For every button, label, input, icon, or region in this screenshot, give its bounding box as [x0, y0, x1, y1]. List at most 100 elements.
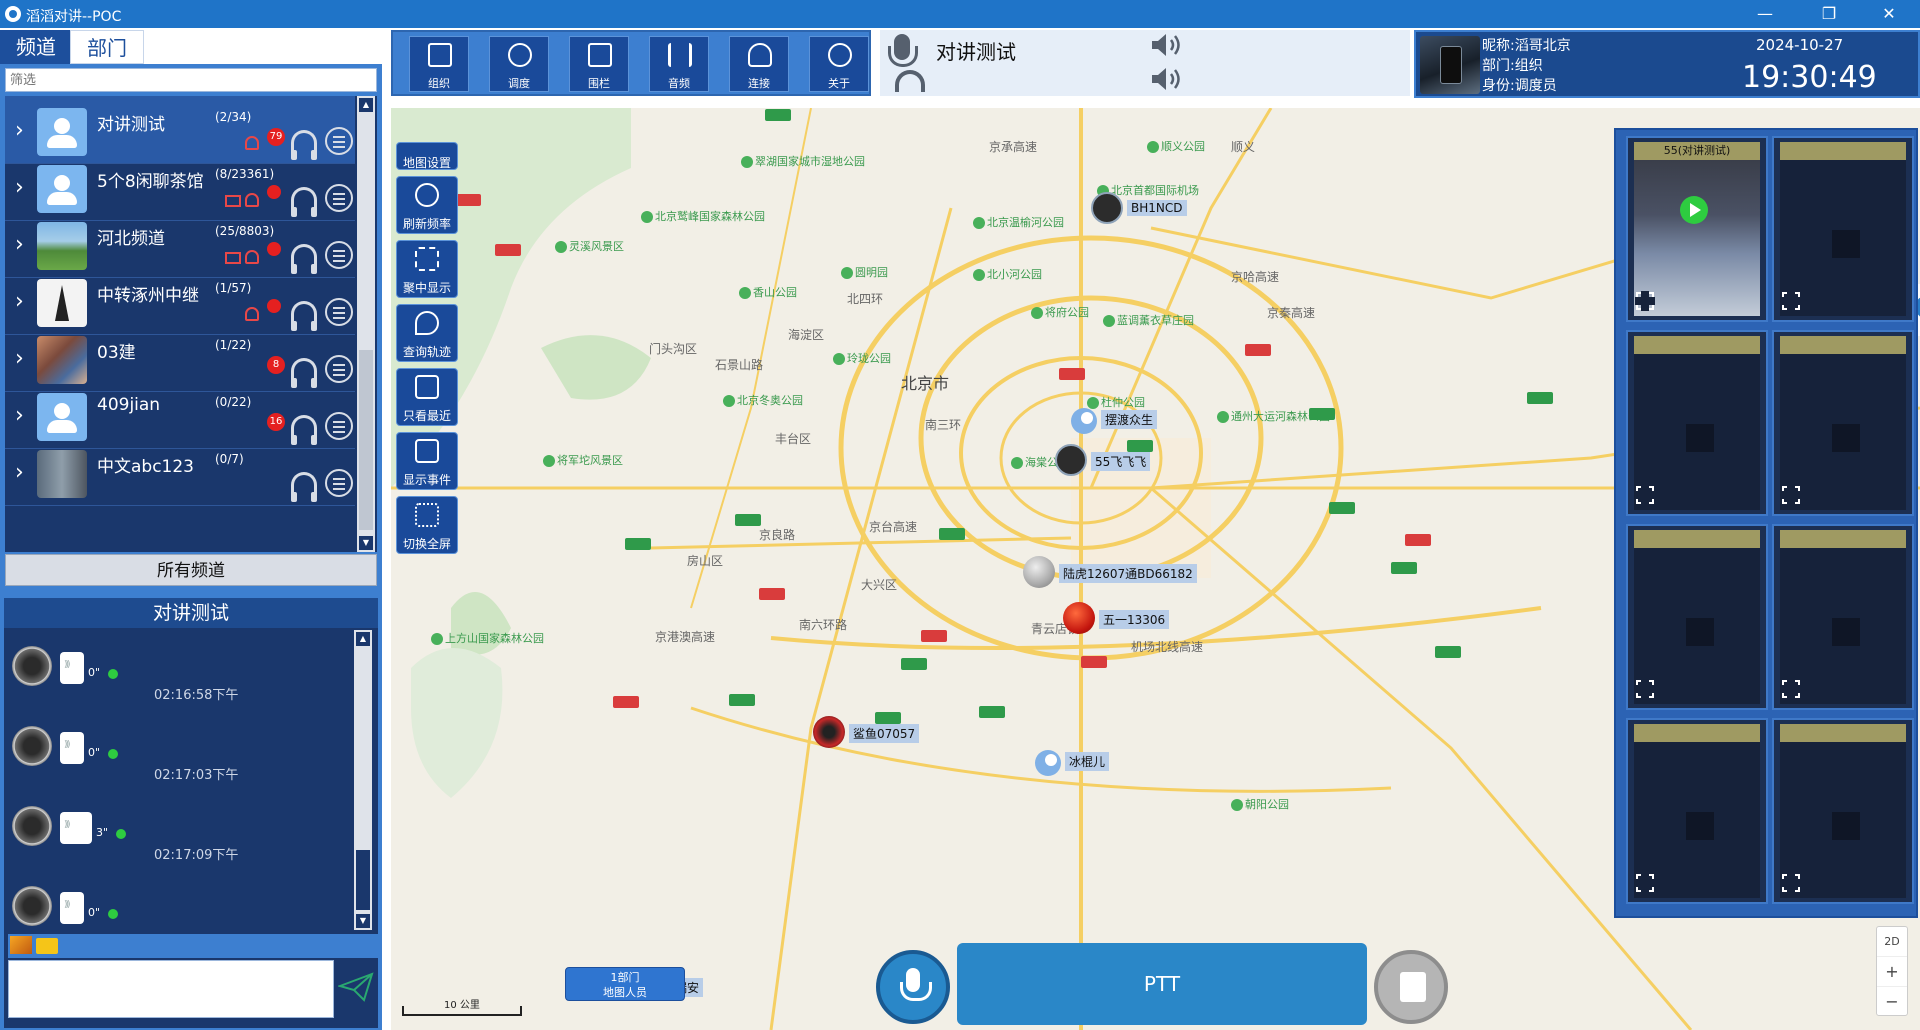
headset-icon[interactable] — [291, 187, 317, 217]
connect-button[interactable]: 连接 — [729, 36, 789, 92]
scroll-down-icon[interactable]: ▼ — [356, 914, 370, 928]
scrollbar-thumb[interactable] — [359, 350, 373, 530]
fullscreen-icon[interactable] — [1635, 485, 1655, 505]
marker-label: 摆渡众生 — [1101, 410, 1158, 429]
video-cell[interactable] — [1626, 330, 1768, 516]
tab-department[interactable]: 部门 — [70, 30, 144, 64]
map-place-label: 石景山路 — [715, 358, 764, 372]
channel-menu-icon[interactable] — [325, 412, 353, 440]
video-cell[interactable] — [1772, 524, 1914, 710]
chevron-right-icon[interactable]: › — [15, 175, 24, 200]
fullscreen-icon[interactable] — [1781, 485, 1801, 505]
fullscreen-icon[interactable] — [1781, 873, 1801, 893]
marker-label: 鲨鱼07057 — [849, 724, 920, 743]
voice-message[interactable]: 0" — [8, 884, 348, 930]
chevron-right-icon[interactable]: › — [15, 289, 24, 314]
track-query-button[interactable]: 查询轨迹 — [396, 304, 458, 362]
headset-icon[interactable] — [291, 472, 317, 502]
fullscreen-icon[interactable] — [1635, 679, 1655, 699]
video-cell[interactable] — [1772, 136, 1914, 322]
channel-menu-icon[interactable] — [325, 469, 353, 497]
audio-button[interactable]: 音频 — [649, 36, 709, 92]
chevron-right-icon[interactable]: › — [15, 403, 24, 428]
center-display-button[interactable]: 聚中显示 — [396, 240, 458, 298]
video-cell[interactable] — [1626, 524, 1768, 710]
fullscreen-icon[interactable] — [1781, 291, 1801, 311]
user-avatar-marker-icon — [1023, 556, 1055, 588]
zoom-in-button[interactable]: + — [1877, 957, 1907, 987]
department-map-label[interactable]: 1部门 地图人员 — [565, 967, 685, 1001]
voice-wave-icon[interactable] — [60, 892, 84, 924]
recent-only-button[interactable]: 只看最近 — [396, 368, 458, 426]
play-icon[interactable] — [1680, 196, 1708, 224]
channel-menu-icon[interactable] — [325, 298, 353, 326]
headset-icon[interactable] — [291, 130, 317, 160]
chat-input[interactable] — [8, 960, 334, 1018]
person-marker-icon — [1071, 408, 1097, 434]
video-cell[interactable] — [1626, 718, 1768, 904]
chevron-right-icon[interactable]: › — [15, 460, 24, 485]
channel-menu-icon[interactable] — [325, 184, 353, 212]
scroll-down-icon[interactable]: ▼ — [359, 536, 373, 550]
headset-icon[interactable] — [291, 244, 317, 274]
voice-wave-icon[interactable] — [60, 732, 84, 764]
map-park-label: 将军坨风景区 — [543, 452, 623, 468]
highway-shield — [1405, 534, 1431, 546]
headphone-icon — [895, 70, 925, 92]
send-icon[interactable] — [338, 972, 374, 1002]
speaker-volume-icon[interactable] — [1150, 32, 1184, 58]
dispatch-button[interactable]: 调度 — [489, 36, 549, 92]
maximize-button[interactable]: ❐ — [1806, 0, 1852, 28]
scroll-up-icon[interactable]: ▲ — [359, 98, 373, 112]
message-button[interactable] — [1374, 950, 1448, 1024]
fullscreen-icon[interactable] — [1635, 873, 1655, 893]
headset-icon[interactable] — [291, 358, 317, 388]
chevron-right-icon[interactable]: › — [15, 232, 24, 257]
filter-input[interactable] — [5, 68, 377, 92]
fullscreen-icon[interactable] — [1635, 291, 1655, 311]
channel-item[interactable]: › 中文abc123 (0/7) — [5, 438, 355, 506]
scroll-up-icon[interactable]: ▲ — [356, 632, 370, 646]
ptt-button[interactable]: PTT — [957, 943, 1367, 1025]
channel-menu-icon[interactable] — [325, 127, 353, 155]
person-marker-icon — [1035, 750, 1061, 776]
map-mode-button[interactable]: 2D — [1877, 927, 1907, 957]
video-cell[interactable] — [1772, 330, 1914, 516]
fullscreen-label: 切换全屏 — [402, 537, 451, 551]
close-button[interactable]: ✕ — [1866, 0, 1912, 28]
headset-icon[interactable] — [291, 415, 317, 445]
about-button[interactable]: 关于 — [809, 36, 869, 92]
all-channels-button[interactable]: 所有频道 — [5, 554, 377, 586]
mic-volume-icon[interactable] — [1150, 66, 1184, 92]
tab-channel[interactable]: 频道 — [0, 30, 72, 64]
highway-shield — [1435, 646, 1461, 658]
video-cell[interactable]: 55(对讲测试) — [1626, 136, 1768, 322]
refresh-rate-button[interactable]: 刷新频率 — [396, 176, 458, 234]
chevron-right-icon[interactable]: › — [15, 346, 24, 371]
image-icon[interactable] — [10, 936, 32, 954]
show-events-button[interactable]: 显示事件 — [396, 432, 458, 490]
video-cell[interactable] — [1772, 718, 1914, 904]
fullscreen-button[interactable]: 切换全屏 — [396, 496, 458, 554]
org-button[interactable]: 组织 — [409, 36, 469, 92]
chevron-right-icon[interactable]: › — [15, 118, 24, 143]
emergency-mic-button[interactable] — [876, 950, 950, 1024]
map-park-label: 上方山国家森林公园 — [431, 630, 544, 646]
left-panel: 频道 部门 › 对讲测试 (2/34) 79 › 5个8闲聊茶馆 (8/2336… — [0, 28, 382, 1030]
map-park-label: 蓝调薰衣草庄园 — [1103, 312, 1194, 328]
channel-name: 对讲测试 — [97, 115, 165, 135]
channel-menu-icon[interactable] — [325, 241, 353, 269]
fullscreen-icon[interactable] — [1781, 679, 1801, 699]
zoom-out-button[interactable]: − — [1877, 987, 1907, 1017]
map-settings-button[interactable]: 地图设置 — [396, 142, 458, 170]
voice-wave-icon[interactable] — [60, 812, 92, 844]
channel-list-scrollbar[interactable]: ▲ ▼ — [357, 96, 375, 552]
folder-icon[interactable] — [36, 938, 58, 954]
minimize-button[interactable]: — — [1742, 0, 1788, 28]
scrollbar-thumb[interactable] — [356, 850, 370, 910]
fence-button[interactable]: 围栏 — [569, 36, 629, 92]
headset-icon[interactable] — [291, 301, 317, 331]
channel-menu-icon[interactable] — [325, 355, 353, 383]
voice-wave-icon[interactable] — [60, 652, 84, 684]
chat-scrollbar[interactable]: ▲ ▼ — [354, 630, 372, 930]
